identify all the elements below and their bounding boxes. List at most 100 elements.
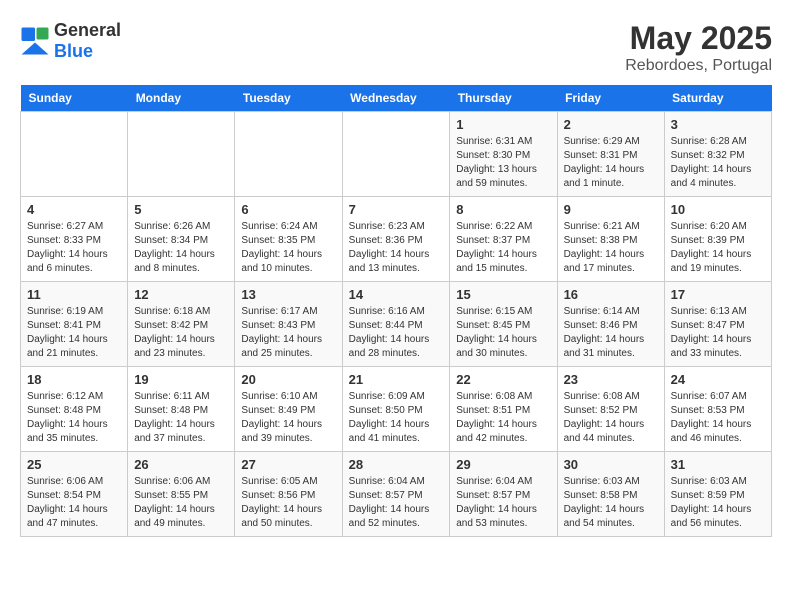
day-info: Sunrise: 6:17 AM Sunset: 8:43 PM Dayligh…: [241, 305, 335, 361]
day-info: Sunrise: 6:06 AM Sunset: 8:55 PM Dayligh…: [134, 475, 228, 531]
day-info: Sunrise: 6:21 AM Sunset: 8:38 PM Dayligh…: [564, 220, 658, 276]
day-number: 6: [241, 202, 335, 217]
day-info: Sunrise: 6:22 AM Sunset: 8:37 PM Dayligh…: [456, 220, 550, 276]
day-of-week-header: Friday: [557, 85, 664, 112]
day-info: Sunrise: 6:13 AM Sunset: 8:47 PM Dayligh…: [671, 305, 765, 361]
day-number: 5: [134, 202, 228, 217]
day-number: 25: [27, 457, 121, 472]
day-info: Sunrise: 6:03 AM Sunset: 8:58 PM Dayligh…: [564, 475, 658, 531]
day-number: 7: [349, 202, 444, 217]
logo: General Blue: [20, 20, 121, 62]
day-number: 18: [27, 372, 121, 387]
day-number: 28: [349, 457, 444, 472]
day-info: Sunrise: 6:20 AM Sunset: 8:39 PM Dayligh…: [671, 220, 765, 276]
day-of-week-header: Sunday: [21, 85, 128, 112]
day-of-week-header: Thursday: [450, 85, 557, 112]
calendar-cell: 18 Sunrise: 6:12 AM Sunset: 8:48 PM Dayli…: [21, 367, 128, 452]
calendar-cell: 11 Sunrise: 6:19 AM Sunset: 8:41 PM Dayli…: [21, 282, 128, 367]
day-number: 10: [671, 202, 765, 217]
day-info: Sunrise: 6:05 AM Sunset: 8:56 PM Dayligh…: [241, 475, 335, 531]
day-info: Sunrise: 6:08 AM Sunset: 8:52 PM Dayligh…: [564, 390, 658, 446]
day-info: Sunrise: 6:16 AM Sunset: 8:44 PM Dayligh…: [349, 305, 444, 361]
calendar-cell: 12 Sunrise: 6:18 AM Sunset: 8:42 PM Dayli…: [128, 282, 235, 367]
day-info: Sunrise: 6:19 AM Sunset: 8:41 PM Dayligh…: [27, 305, 121, 361]
logo-general: General: [54, 20, 121, 40]
day-info: Sunrise: 6:09 AM Sunset: 8:50 PM Dayligh…: [349, 390, 444, 446]
day-info: Sunrise: 6:28 AM Sunset: 8:32 PM Dayligh…: [671, 135, 765, 191]
calendar-cell: 3Sunrise: 6:28 AM Sunset: 8:32 PM Daylig…: [664, 112, 771, 197]
calendar-week-row: 11 Sunrise: 6:19 AM Sunset: 8:41 PM Dayli…: [21, 282, 772, 367]
calendar-cell: 21 Sunrise: 6:09 AM Sunset: 8:50 PM Dayli…: [342, 367, 450, 452]
day-number: 1: [456, 117, 550, 132]
calendar-cell: 22 Sunrise: 6:08 AM Sunset: 8:51 PM Dayli…: [450, 367, 557, 452]
day-info: Sunrise: 6:18 AM Sunset: 8:42 PM Dayligh…: [134, 305, 228, 361]
main-title: May 2025: [625, 20, 772, 57]
logo-blue: Blue: [54, 41, 93, 61]
day-number: 16: [564, 287, 658, 302]
calendar-body: 1 Sunrise: 6:31 AM Sunset: 8:30 PM Daylig…: [21, 112, 772, 537]
calendar-table: SundayMondayTuesdayWednesdayThursdayFrid…: [20, 85, 772, 537]
calendar-cell: 8Sunrise: 6:22 AM Sunset: 8:37 PM Daylig…: [450, 197, 557, 282]
day-info: Sunrise: 6:27 AM Sunset: 8:33 PM Dayligh…: [27, 220, 121, 276]
day-of-week-header: Wednesday: [342, 85, 450, 112]
day-number: 22: [456, 372, 550, 387]
calendar-cell: 2Sunrise: 6:29 AM Sunset: 8:31 PM Daylig…: [557, 112, 664, 197]
calendar-cell: [21, 112, 128, 197]
calendar-week-row: 25Sunrise: 6:06 AM Sunset: 8:54 PM Dayli…: [21, 452, 772, 537]
calendar-cell: 15 Sunrise: 6:15 AM Sunset: 8:45 PM Dayli…: [450, 282, 557, 367]
day-number: 27: [241, 457, 335, 472]
calendar-cell: 23 Sunrise: 6:08 AM Sunset: 8:52 PM Dayli…: [557, 367, 664, 452]
calendar-week-row: 4 Sunrise: 6:27 AM Sunset: 8:33 PM Daylig…: [21, 197, 772, 282]
calendar-cell: 9 Sunrise: 6:21 AM Sunset: 8:38 PM Daylig…: [557, 197, 664, 282]
calendar-cell: 5 Sunrise: 6:26 AM Sunset: 8:34 PM Daylig…: [128, 197, 235, 282]
day-number: 23: [564, 372, 658, 387]
day-of-week-header: Saturday: [664, 85, 771, 112]
day-info: Sunrise: 6:31 AM Sunset: 8:30 PM Dayligh…: [456, 135, 550, 191]
calendar-cell: 24Sunrise: 6:07 AM Sunset: 8:53 PM Dayli…: [664, 367, 771, 452]
logo-icon: [20, 26, 50, 56]
calendar-cell: 25Sunrise: 6:06 AM Sunset: 8:54 PM Dayli…: [21, 452, 128, 537]
day-number: 17: [671, 287, 765, 302]
day-info: Sunrise: 6:23 AM Sunset: 8:36 PM Dayligh…: [349, 220, 444, 276]
subtitle: Rebordoes, Portugal: [625, 57, 772, 75]
day-info: Sunrise: 6:03 AM Sunset: 8:59 PM Dayligh…: [671, 475, 765, 531]
day-number: 9: [564, 202, 658, 217]
day-info: Sunrise: 6:15 AM Sunset: 8:45 PM Dayligh…: [456, 305, 550, 361]
calendar-cell: 7 Sunrise: 6:23 AM Sunset: 8:36 PM Daylig…: [342, 197, 450, 282]
day-info: Sunrise: 6:26 AM Sunset: 8:34 PM Dayligh…: [134, 220, 228, 276]
day-number: 21: [349, 372, 444, 387]
day-number: 2: [564, 117, 658, 132]
calendar-cell: 6 Sunrise: 6:24 AM Sunset: 8:35 PM Daylig…: [235, 197, 342, 282]
calendar-cell: 13Sunrise: 6:17 AM Sunset: 8:43 PM Dayli…: [235, 282, 342, 367]
header-row: SundayMondayTuesdayWednesdayThursdayFrid…: [21, 85, 772, 112]
calendar-cell: 28 Sunrise: 6:04 AM Sunset: 8:57 PM Dayli…: [342, 452, 450, 537]
calendar-header: SundayMondayTuesdayWednesdayThursdayFrid…: [21, 85, 772, 112]
calendar-week-row: 18 Sunrise: 6:12 AM Sunset: 8:48 PM Dayli…: [21, 367, 772, 452]
calendar-cell: 30 Sunrise: 6:03 AM Sunset: 8:58 PM Dayli…: [557, 452, 664, 537]
day-number: 11: [27, 287, 121, 302]
day-info: Sunrise: 6:04 AM Sunset: 8:57 PM Dayligh…: [349, 475, 444, 531]
calendar-cell: [235, 112, 342, 197]
calendar-cell: 20Sunrise: 6:10 AM Sunset: 8:49 PM Dayli…: [235, 367, 342, 452]
day-number: 20: [241, 372, 335, 387]
calendar-cell: 16Sunrise: 6:14 AM Sunset: 8:46 PM Dayli…: [557, 282, 664, 367]
day-number: 14: [349, 287, 444, 302]
day-number: 15: [456, 287, 550, 302]
day-number: 12: [134, 287, 228, 302]
header: General Blue May 2025 Rebordoes, Portuga…: [20, 20, 772, 75]
calendar-cell: 10 Sunrise: 6:20 AM Sunset: 8:39 PM Dayli…: [664, 197, 771, 282]
calendar-cell: 14 Sunrise: 6:16 AM Sunset: 8:44 PM Dayli…: [342, 282, 450, 367]
day-number: 4: [27, 202, 121, 217]
calendar-cell: 26Sunrise: 6:06 AM Sunset: 8:55 PM Dayli…: [128, 452, 235, 537]
calendar-cell: 27 Sunrise: 6:05 AM Sunset: 8:56 PM Dayli…: [235, 452, 342, 537]
calendar-cell: [342, 112, 450, 197]
day-info: Sunrise: 6:11 AM Sunset: 8:48 PM Dayligh…: [134, 390, 228, 446]
day-info: Sunrise: 6:04 AM Sunset: 8:57 PM Dayligh…: [456, 475, 550, 531]
calendar-cell: 4 Sunrise: 6:27 AM Sunset: 8:33 PM Daylig…: [21, 197, 128, 282]
day-info: Sunrise: 6:24 AM Sunset: 8:35 PM Dayligh…: [241, 220, 335, 276]
calendar-cell: 19Sunrise: 6:11 AM Sunset: 8:48 PM Dayli…: [128, 367, 235, 452]
day-number: 30: [564, 457, 658, 472]
calendar-cell: 17 Sunrise: 6:13 AM Sunset: 8:47 PM Dayli…: [664, 282, 771, 367]
day-info: Sunrise: 6:12 AM Sunset: 8:48 PM Dayligh…: [27, 390, 121, 446]
day-info: Sunrise: 6:08 AM Sunset: 8:51 PM Dayligh…: [456, 390, 550, 446]
